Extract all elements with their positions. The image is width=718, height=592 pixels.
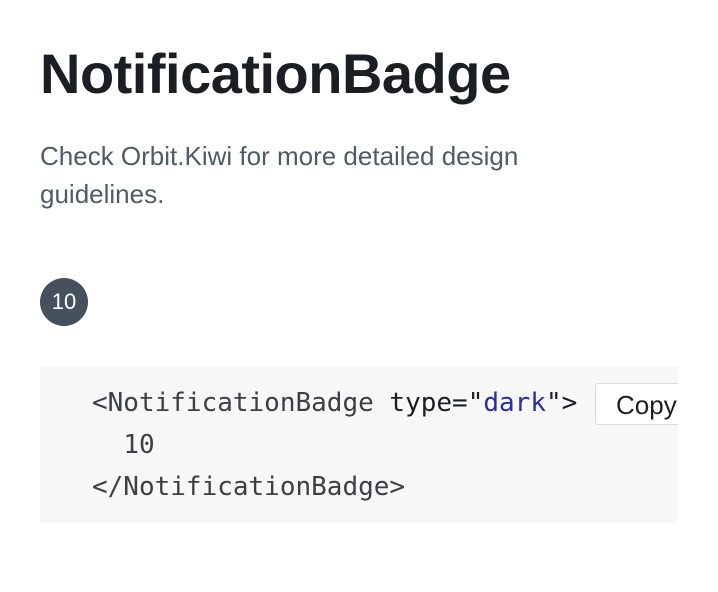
description-prefix: Check <box>40 141 121 171</box>
notification-badge-example: 10 <box>40 278 88 326</box>
description: Check Orbit.Kiwi for more detailed desig… <box>40 137 600 213</box>
code-example-block: <NotificationBadge type="dark"> 10 </Not… <box>40 366 678 523</box>
code-snippet: <NotificationBadge type="dark"> 10 </Not… <box>92 382 577 508</box>
code-attr-name: type <box>389 388 453 418</box>
code-attr-close: "> <box>545 388 578 418</box>
copy-button[interactable]: Copy <box>595 383 678 425</box>
code-content: 10 <box>123 430 155 460</box>
code-close-tag: </NotificationBadge> <box>92 472 406 502</box>
code-attr-value: dark <box>483 388 546 418</box>
code-open-tag: <NotificationBadge <box>92 388 390 418</box>
orbit-kiwi-link[interactable]: Orbit.Kiwi <box>121 141 232 171</box>
page-title: NotificationBadge <box>40 42 511 105</box>
code-attr-eq: =" <box>452 388 484 418</box>
